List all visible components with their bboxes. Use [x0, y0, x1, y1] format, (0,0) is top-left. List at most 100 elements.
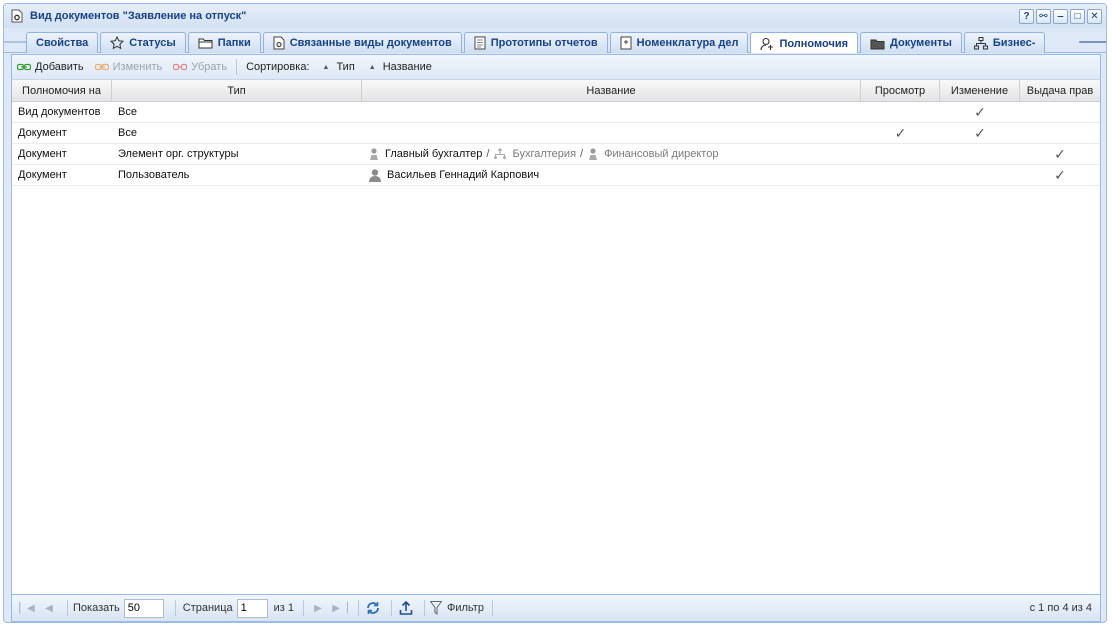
paging-info: с 1 по 4 из 4 — [1029, 602, 1092, 614]
table-row[interactable]: Документ Элемент орг. структуры Главный бу… — [12, 144, 1100, 165]
tab-4[interactable]: Связанные виды документов — [262, 32, 462, 53]
sort-by-type-button[interactable]: ▲ Тип — [323, 61, 355, 73]
user-icon — [368, 168, 382, 182]
view-permission-cell[interactable] — [861, 102, 940, 122]
edit-permission-cell[interactable] — [940, 144, 1020, 164]
binoculars-icon[interactable]: ⚯ — [1036, 9, 1051, 24]
path-separator: / — [486, 148, 490, 160]
paging-toolbar: ▏◀ ◀ Показать Страница из 1 ▶ ▶▕ — [12, 594, 1100, 621]
name-part: Финансовый директор — [604, 148, 719, 160]
table-row[interactable]: Документ Все ✓ ✓ — [12, 123, 1100, 144]
edit-button-label: Изменить — [112, 61, 163, 73]
edit-permission-cell[interactable] — [940, 165, 1020, 185]
tab-label: Статусы — [129, 37, 176, 49]
position-icon — [368, 147, 380, 161]
paging-separator — [491, 600, 493, 616]
view-permission-cell[interactable]: ✓ — [861, 123, 940, 143]
sort-up-icon: ▲ — [322, 63, 330, 71]
maximize-icon[interactable]: □ — [1070, 9, 1085, 24]
tab-9[interactable]: Бизнес- — [963, 32, 1046, 53]
next-page-icon[interactable]: ▶ — [309, 599, 327, 617]
sort-by-name-label: Название — [382, 61, 432, 73]
window-tools: ? ⚯ ‒ □ ✕ — [1019, 9, 1102, 24]
tab-label: Бизнес- — [992, 37, 1036, 49]
sort-by-type-label: Тип — [336, 61, 355, 73]
checkmark-icon: ✓ — [1054, 145, 1066, 162]
edit-permission-cell[interactable]: ✓ — [940, 123, 1020, 143]
nomenclature-icon — [620, 36, 632, 50]
refresh-icon[interactable] — [364, 599, 382, 617]
sort-by-name-button[interactable]: ▲ Название — [369, 61, 432, 73]
tab-label: Документы — [890, 37, 952, 49]
tab-6[interactable]: Номенклатура дел — [609, 32, 749, 53]
column-header-grant[interactable]: Выдача прав — [1020, 80, 1100, 101]
toolbar-separator — [236, 59, 238, 75]
column-header-type[interactable]: Тип — [112, 80, 362, 101]
position-icon — [587, 147, 599, 161]
view-permission-cell[interactable] — [861, 144, 940, 164]
filter-button[interactable]: Фильтр — [430, 601, 484, 615]
tabs-strip: Свойства Статусы Папки Связанные виды докум… — [26, 32, 1086, 53]
permission-name-cell — [362, 102, 861, 122]
document-type-window: Вид документов "Заявление на отпуск" ? ⚯ ‒… — [3, 3, 1107, 623]
export-icon[interactable] — [397, 599, 415, 617]
tab-8[interactable]: Документы — [860, 32, 962, 53]
name-part: Главный бухгалтер — [385, 148, 483, 160]
remove-button[interactable]: Убрать — [173, 61, 227, 73]
column-header-on[interactable]: Полномочия на — [12, 80, 112, 101]
page-number-input[interactable] — [236, 598, 268, 618]
checkmark-icon: ✓ — [974, 124, 986, 141]
tab-scroll-right-icon[interactable]: 🡒 — [1078, 33, 1106, 51]
tab-3[interactable]: Папки — [187, 32, 261, 53]
grant-permission-cell[interactable] — [1020, 123, 1100, 143]
linked-doc-icon — [273, 36, 285, 50]
first-page-icon[interactable]: ▏◀ — [18, 599, 36, 617]
tab-7[interactable]: Полномочия — [750, 32, 859, 53]
edit-permission-cell[interactable]: ✓ — [940, 102, 1020, 122]
paging-separator — [424, 600, 425, 616]
permission-target-cell: Документ — [18, 169, 67, 181]
page-size-input[interactable] — [123, 598, 164, 618]
permission-name-cell: Главный бухгалтер / Бухгалтерия / Финансовый… — [362, 144, 861, 164]
close-icon[interactable]: ✕ — [1087, 9, 1102, 24]
name-part: Бухгалтерия — [512, 148, 577, 160]
edit-button[interactable]: Изменить — [94, 61, 163, 73]
column-header-edit[interactable]: Изменение — [940, 80, 1020, 101]
tab-label: Свойства — [36, 37, 89, 49]
grant-permission-cell[interactable]: ✓ — [1020, 165, 1100, 185]
grant-permission-cell[interactable]: ✓ — [1020, 144, 1100, 164]
checkmark-icon: ✓ — [974, 103, 986, 120]
remove-link-icon — [173, 62, 188, 72]
permission-target-cell: Документ — [18, 148, 67, 160]
grid-header: Полномочия на Тип Название Просмотр Изме… — [12, 80, 1100, 102]
table-row[interactable]: Вид документов Все ✓ — [12, 102, 1100, 123]
tab-2[interactable]: Статусы — [100, 32, 186, 53]
tab-label: Связанные виды документов — [289, 37, 452, 49]
tab-bar: 🡐 Свойства Статусы Папки Связанные виды док… — [4, 30, 1106, 53]
tab-label: Прототипы отчетов — [490, 37, 598, 49]
view-permission-cell[interactable] — [861, 165, 940, 185]
prev-page-icon[interactable]: ◀ — [40, 599, 58, 617]
column-header-view[interactable]: Просмотр — [861, 80, 940, 101]
permission-type-cell: Все — [118, 127, 137, 139]
column-header-name[interactable]: Название — [362, 80, 861, 101]
last-page-icon[interactable]: ▶▕ — [331, 599, 349, 617]
name-part: Васильев Геннадий Карпович — [387, 169, 540, 181]
minimize-icon[interactable]: ‒ — [1053, 9, 1068, 24]
grant-permission-cell[interactable] — [1020, 102, 1100, 122]
tab-scroll-left-icon[interactable]: 🡐 — [4, 33, 32, 51]
star-icon — [110, 36, 125, 50]
sort-label: Сортировка: — [246, 61, 310, 73]
paging-separator — [358, 600, 359, 616]
permission-target-cell: Вид документов — [18, 106, 101, 118]
table-row[interactable]: Документ Пользователь Васильев Геннадий Ка… — [12, 165, 1100, 186]
checkmark-icon: ✓ — [1054, 166, 1066, 183]
tab-label: Номенклатура дел — [636, 37, 739, 49]
page-label: Страница — [182, 602, 233, 614]
tab-5[interactable]: Прототипы отчетов — [463, 32, 608, 53]
add-button[interactable]: Добавить — [17, 61, 84, 73]
page-count-label: из 1 — [273, 602, 294, 614]
tab-1[interactable]: Свойства — [26, 32, 99, 53]
help-icon[interactable]: ? — [1019, 9, 1034, 24]
permission-type-cell: Пользователь — [118, 169, 190, 181]
